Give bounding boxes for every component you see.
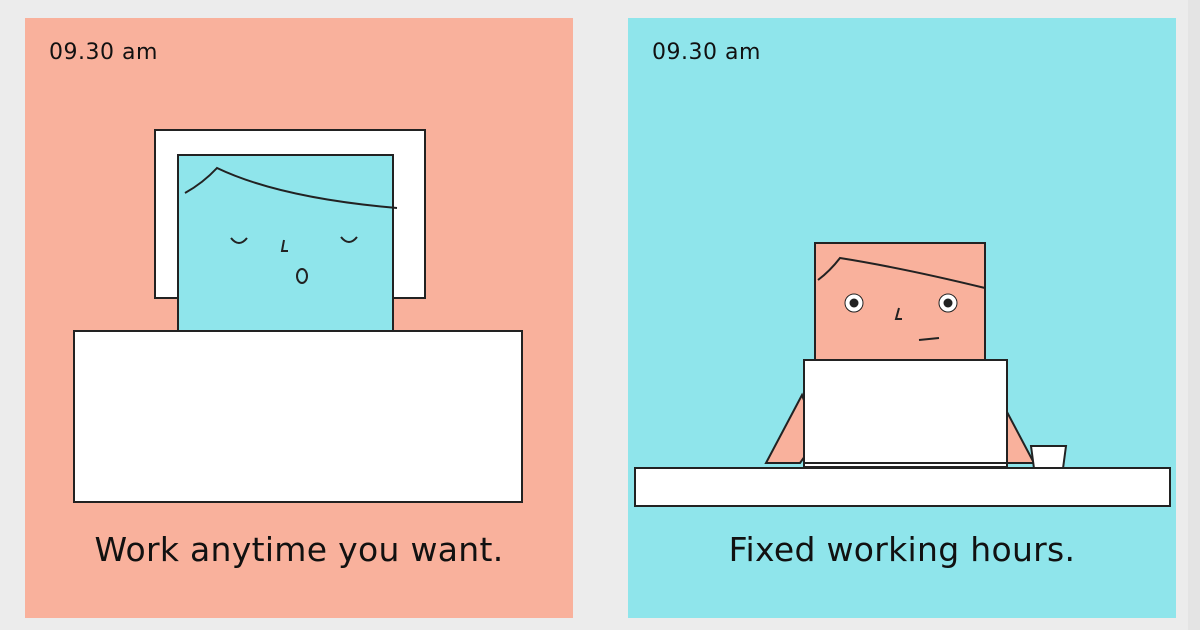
desk-scene-illustration	[628, 18, 1176, 618]
laptop	[803, 359, 1008, 468]
pupil-right	[943, 298, 953, 308]
time-label: 09.30 am	[652, 40, 761, 65]
comic-panel-flexible: 09.30 am Work anytime you want.	[25, 18, 573, 618]
desk	[634, 467, 1171, 507]
panel-caption: Work anytime you want.	[94, 530, 504, 569]
page-edge-strip	[1188, 0, 1200, 630]
pupil-left	[849, 298, 859, 308]
panel-caption: Fixed working hours.	[728, 530, 1076, 569]
sleeping-head	[177, 154, 394, 333]
comic-panel-fixed: 09.30 am Fixed working hours.	[628, 18, 1176, 618]
bed-scene-illustration	[25, 18, 573, 618]
blanket	[73, 330, 523, 503]
time-label: 09.30 am	[49, 40, 158, 65]
